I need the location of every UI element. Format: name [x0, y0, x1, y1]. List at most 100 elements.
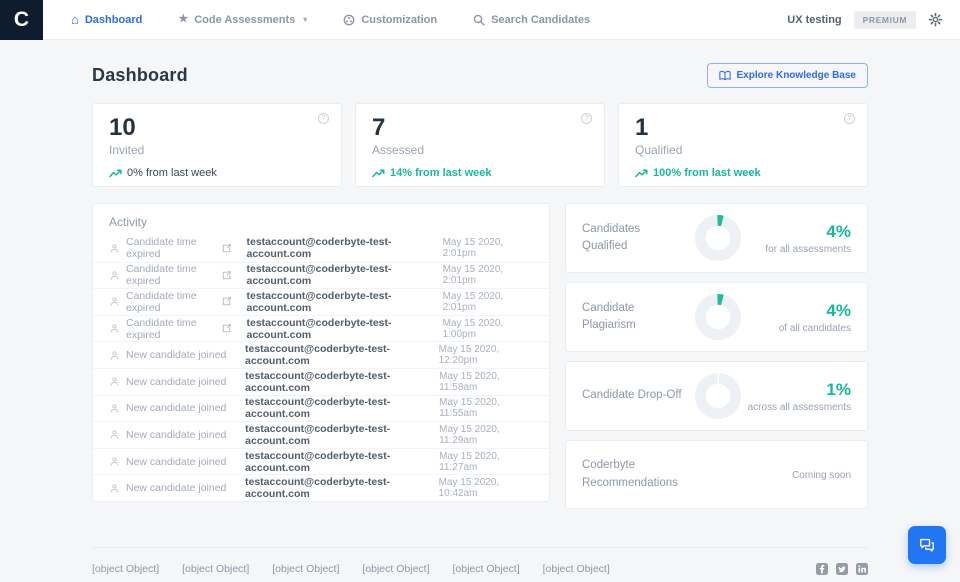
- help-icon[interactable]: ?: [581, 113, 592, 124]
- activity-event: Candidate time expired: [109, 236, 231, 260]
- metric-value: 1%: [748, 380, 851, 400]
- footer-link[interactable]: [object Object]: [362, 563, 429, 575]
- stat-label: Qualified: [635, 143, 851, 157]
- metrics-column: Candidates Qualified 4% for all assessme…: [565, 203, 868, 509]
- star-icon: ★: [178, 14, 188, 25]
- facebook-icon[interactable]: [816, 563, 828, 575]
- activity-date: May 15 2020, 11:58am: [439, 371, 533, 393]
- search-icon: [473, 14, 485, 26]
- candidate-email: testaccount@coderbyte-test-account.com: [245, 476, 439, 500]
- person-icon: [109, 243, 120, 254]
- donut-chart: [695, 373, 741, 419]
- activity-date: May 15 2020, 2:01pm: [443, 264, 533, 286]
- activity-event-label: Candidate time expired: [126, 236, 216, 260]
- activity-event: New candidate joined: [109, 429, 229, 441]
- footer-social: [816, 563, 868, 575]
- stat-card: ? 1 Qualified 100% from last week: [618, 103, 868, 187]
- stat-value: 7: [372, 115, 588, 141]
- activity-row: New candidate joined testaccount@coderby…: [93, 341, 549, 368]
- metric-value: 4%: [765, 222, 851, 242]
- stat-label: Assessed: [372, 143, 588, 157]
- nav-item-search-candidates[interactable]: Search Candidates: [473, 13, 590, 26]
- activity-title: Activity: [109, 215, 533, 229]
- metric-value-block: 4% of all candidates: [779, 301, 851, 334]
- chat-widget-button[interactable]: [908, 526, 946, 564]
- person-icon: [109, 429, 120, 440]
- metric-sublabel: across all assessments: [748, 402, 851, 413]
- nav-label: Code Assessments: [194, 14, 295, 26]
- chevron-down-icon: ▾: [303, 15, 307, 24]
- metric-value-block: 4% for all assessments: [765, 222, 851, 255]
- candidate-email: testaccount@coderbyte-test-account.com: [245, 423, 439, 447]
- trending-up-icon: [109, 169, 122, 178]
- coderbyte-logo[interactable]: C: [0, 0, 43, 40]
- candidate-email: testaccount@coderbyte-test-account.com: [247, 290, 443, 314]
- activity-row: Candidate time expired testaccount@coder…: [93, 262, 549, 289]
- premium-badge: PREMIUM: [854, 11, 916, 29]
- metric-sublabel: for all assessments: [765, 244, 851, 255]
- activity-event: Candidate time expired: [109, 290, 231, 314]
- nav-item-customization[interactable]: Customization: [343, 13, 437, 26]
- activity-event-label: Candidate time expired: [126, 317, 216, 341]
- activity-event-label: New candidate joined: [126, 402, 226, 414]
- palette-icon: [343, 14, 355, 26]
- stat-trend: 100% from last week: [635, 167, 851, 179]
- donut-chart: [695, 294, 741, 340]
- footer-link[interactable]: [object Object]: [543, 563, 610, 575]
- metric-card: Candidates Qualified 4% for all assessme…: [565, 203, 868, 273]
- account-name[interactable]: UX testing: [787, 14, 841, 26]
- activity-panel: Activity Candidate time expired: [92, 203, 550, 502]
- activity-date: May 15 2020, 1:00pm: [443, 318, 533, 340]
- activity-row: Candidate time expired testaccount@coder…: [93, 315, 549, 342]
- stat-trend-text: 100% from last week: [653, 167, 761, 179]
- explore-knowledge-base-button[interactable]: Explore Knowledge Base: [707, 63, 868, 88]
- candidate-email: testaccount@coderbyte-test-account.com: [247, 263, 443, 287]
- activity-event: New candidate joined: [109, 456, 229, 468]
- metric-card: Coderbyte Recommendations Coming soon: [565, 440, 868, 509]
- external-link-icon[interactable]: [222, 297, 231, 306]
- stat-trend-text: 14% from last week: [390, 167, 492, 179]
- help-icon[interactable]: ?: [844, 113, 855, 124]
- activity-event-label: New candidate joined: [126, 349, 226, 361]
- footer: [object Object] [object Object] [object …: [92, 547, 868, 575]
- footer-link[interactable]: [object Object]: [272, 563, 339, 575]
- activity-event: Candidate time expired: [109, 317, 231, 341]
- stat-label: Invited: [109, 143, 325, 157]
- explore-knowledge-base-label: Explore Knowledge Base: [737, 70, 856, 81]
- stat-value: 10: [109, 115, 325, 141]
- nav-label: Search Candidates: [491, 14, 590, 26]
- candidate-email: testaccount@coderbyte-test-account.com: [245, 396, 439, 420]
- footer-link[interactable]: [object Object]: [92, 563, 159, 575]
- nav-item-dashboard[interactable]: ⌂ Dashboard: [71, 13, 142, 26]
- top-navbar: C ⌂ Dashboard ★ Code Assessments ▾ Custo…: [0, 0, 960, 40]
- nav-item-code-assessments[interactable]: ★ Code Assessments ▾: [178, 13, 307, 26]
- candidate-email: testaccount@coderbyte-test-account.com: [245, 343, 439, 367]
- footer-links: [object Object] [object Object] [object …: [92, 563, 610, 575]
- activity-event-label: New candidate joined: [126, 376, 226, 388]
- stat-card: ? 10 Invited 0% from last week: [92, 103, 342, 187]
- activity-event-label: New candidate joined: [126, 456, 226, 468]
- metric-card: Candidate Plagiarism 4% of all candidate…: [565, 282, 868, 352]
- activity-list: Candidate time expired testaccount@coder…: [93, 235, 549, 501]
- activity-event-label: New candidate joined: [126, 429, 226, 441]
- person-icon: [109, 403, 120, 414]
- twitter-icon[interactable]: [836, 563, 848, 575]
- external-link-icon[interactable]: [222, 244, 231, 253]
- stats-row: ? 10 Invited 0% from last week ? 7 Asses…: [92, 103, 868, 187]
- footer-link[interactable]: [object Object]: [453, 563, 520, 575]
- person-icon: [109, 296, 120, 307]
- linkedin-icon[interactable]: [856, 563, 868, 575]
- activity-event: New candidate joined: [109, 482, 229, 494]
- activity-date: May 15 2020, 11:27am: [439, 451, 533, 473]
- help-icon[interactable]: ?: [318, 113, 329, 124]
- candidate-email: testaccount@coderbyte-test-account.com: [245, 450, 439, 474]
- metric-label: Coderbyte Recommendations: [582, 457, 687, 492]
- activity-date: May 15 2020, 2:01pm: [443, 237, 533, 259]
- external-link-icon[interactable]: [222, 271, 231, 280]
- activity-row: New candidate joined testaccount@coderby…: [93, 448, 549, 475]
- external-link-icon[interactable]: [222, 324, 231, 333]
- person-icon: [109, 376, 120, 387]
- footer-link[interactable]: [object Object]: [182, 563, 249, 575]
- gear-icon[interactable]: [928, 12, 943, 27]
- metric-label: Candidates Qualified: [582, 221, 687, 256]
